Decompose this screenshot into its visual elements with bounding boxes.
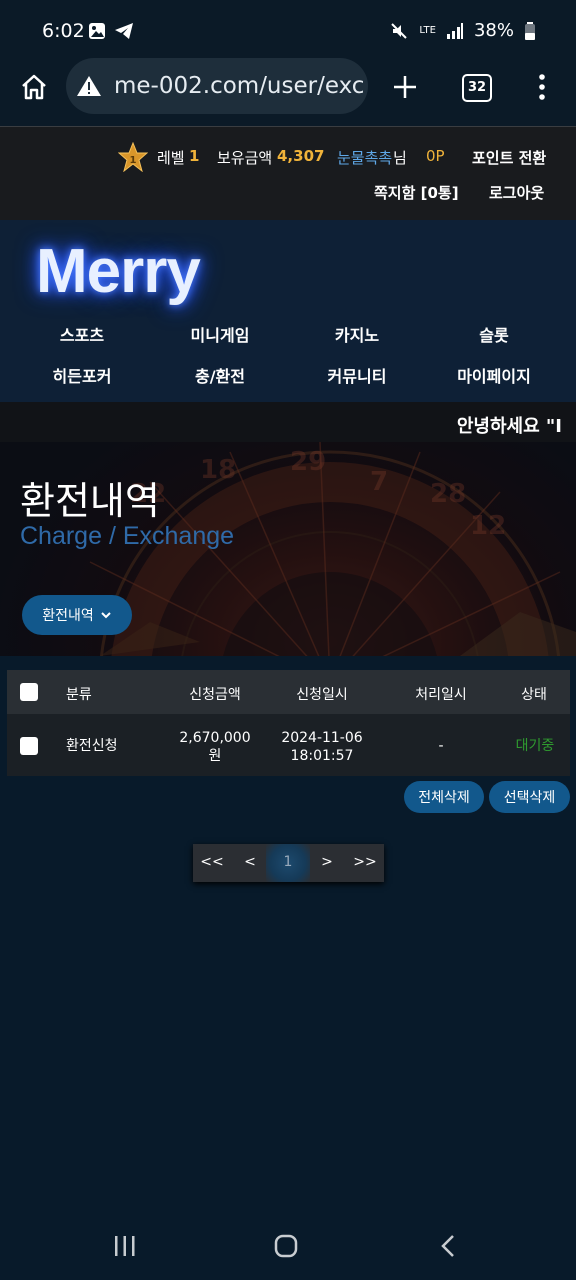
svg-text:1: 1 xyxy=(130,155,137,166)
logout-link[interactable]: 로그아웃 xyxy=(489,182,544,203)
nav-charge-exchange[interactable]: 충/환전 xyxy=(150,363,290,387)
svg-text:28: 28 xyxy=(430,479,466,509)
pagination-prev[interactable]: < xyxy=(235,854,265,870)
row-status-badge: 대기중 xyxy=(515,738,555,754)
svg-text:29: 29 xyxy=(290,447,326,477)
point-convert-link[interactable]: 포인트 전환 xyxy=(472,147,546,168)
page-subtitle: Charge / Exchange xyxy=(20,522,235,550)
nav-hidden-poker[interactable]: 히든포커 xyxy=(12,363,152,387)
level-value: 1 xyxy=(189,147,200,165)
header-type: 분류 xyxy=(66,687,92,703)
battery-percent: 38% xyxy=(473,20,514,41)
header-status: 상태 xyxy=(521,687,547,703)
balance-label: 보유금액 xyxy=(217,149,273,167)
signal-icon xyxy=(446,22,463,39)
warning-icon[interactable] xyxy=(76,74,102,98)
balance-value: 4,307 xyxy=(277,147,325,165)
row-request-date: 2024-11-06 18:01:57 xyxy=(270,729,374,765)
nav-slot[interactable]: 슬롯 xyxy=(424,322,564,346)
battery-icon xyxy=(525,21,535,40)
level-label: 레벨 xyxy=(157,149,185,167)
status-system-icons: LTE 38% xyxy=(389,20,536,41)
svg-text:12: 12 xyxy=(470,511,506,541)
status-time: 6:02 xyxy=(42,20,85,42)
more-menu-icon[interactable] xyxy=(536,73,548,101)
messages-link[interactable]: 쪽지함 [0통] xyxy=(374,182,459,203)
history-dropdown[interactable]: 환전내역 xyxy=(22,595,132,635)
url-text[interactable]: me-002.com/user/exc xyxy=(114,73,364,99)
site-logo[interactable]: Merry xyxy=(36,236,201,307)
row-request-date-day: 2024-11-06 xyxy=(281,730,363,746)
new-tab-icon[interactable] xyxy=(392,74,418,100)
username-suffix: 님 xyxy=(393,149,407,167)
gallery-icon xyxy=(89,23,105,39)
pagination-first[interactable]: << xyxy=(197,854,227,870)
header-request-date: 신청일시 xyxy=(296,687,348,703)
nav-casino[interactable]: 카지노 xyxy=(287,322,427,346)
pagination-next[interactable]: > xyxy=(312,854,342,870)
telegram-icon xyxy=(115,23,133,39)
page-title: 환전내역 xyxy=(20,479,160,523)
header-processed-date: 처리일시 xyxy=(415,687,467,703)
url-bar[interactable]: me-002.com/user/exc xyxy=(66,58,368,114)
delete-selected-button[interactable]: 선택삭제 xyxy=(489,781,570,813)
recent-apps-icon[interactable] xyxy=(113,1235,137,1257)
home-nav-icon[interactable] xyxy=(274,1234,298,1258)
row-amount-value: 2,670,000 xyxy=(179,730,251,746)
nav-sports[interactable]: 스포츠 xyxy=(12,322,152,346)
nav-minigame[interactable]: 미니게임 xyxy=(150,322,290,346)
user-info-bar xyxy=(0,126,576,222)
tab-switcher-button[interactable]: 32 xyxy=(462,74,492,102)
row-amount-unit: 원 xyxy=(208,748,222,764)
pagination-last[interactable]: >> xyxy=(350,854,380,870)
pagination-current[interactable]: 1 xyxy=(273,854,303,870)
home-icon[interactable] xyxy=(20,73,48,101)
nav-mypage[interactable]: 마이페이지 xyxy=(424,363,564,387)
svg-text:18: 18 xyxy=(200,455,236,485)
chevron-down-icon xyxy=(101,612,111,619)
status-notification-icons xyxy=(88,22,134,40)
row-request-date-time: 18:01:57 xyxy=(290,748,354,764)
history-dropdown-label: 환전내역 xyxy=(42,608,94,624)
nav-community[interactable]: 커뮤니티 xyxy=(287,363,427,387)
row-processed-date: - xyxy=(438,738,444,754)
status-bar-content: 6:02 LTE 38% xyxy=(0,0,576,60)
header-amount: 신청금액 xyxy=(189,687,241,703)
back-nav-icon[interactable] xyxy=(438,1234,458,1258)
delete-all-button[interactable]: 전체삭제 xyxy=(404,781,484,813)
row-type: 환전신청 xyxy=(66,738,118,754)
row-checkbox[interactable] xyxy=(20,737,38,755)
row-amount: 2,670,000 원 xyxy=(168,729,262,765)
marquee-text: 안녕하세요 "I xyxy=(456,416,562,437)
username: 눈물촉촉 xyxy=(337,149,393,167)
svg-text:7: 7 xyxy=(370,467,388,497)
points-value: 0P xyxy=(426,147,445,165)
select-all-checkbox[interactable] xyxy=(20,683,38,701)
level-star-icon: 1 xyxy=(118,142,148,172)
lte-indicator: LTE xyxy=(419,24,436,36)
mute-icon xyxy=(391,22,408,39)
